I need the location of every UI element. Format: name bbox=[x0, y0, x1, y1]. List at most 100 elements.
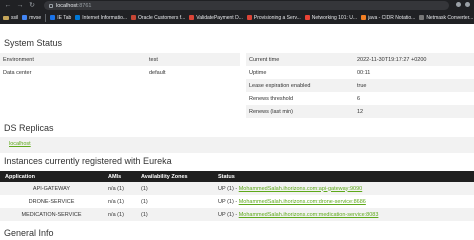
status-key: Data center bbox=[0, 66, 146, 79]
status-value: test bbox=[146, 53, 240, 66]
zones-cell: (1) bbox=[136, 195, 213, 208]
instances-table: Application AMIs Availability Zones Stat… bbox=[0, 171, 474, 221]
bookmark-label: ValidatePayment D... bbox=[196, 14, 243, 21]
profile-icon[interactable] bbox=[456, 2, 461, 7]
amis-cell: n/a (1) bbox=[103, 195, 136, 208]
status-key: Renews threshold bbox=[246, 92, 354, 105]
column-header: Status bbox=[213, 171, 474, 182]
status-key: Current time bbox=[246, 53, 354, 66]
bookmark-item[interactable]: ssil bbox=[3, 15, 18, 21]
application-cell: DRONE-SERVICE bbox=[0, 195, 103, 208]
favicon-icon bbox=[419, 15, 425, 20]
table-row: Renews (last min) 12 bbox=[246, 105, 474, 118]
status-key: Environment bbox=[0, 53, 146, 66]
general-info-title: General Info bbox=[4, 228, 54, 238]
bookmark-item[interactable]: mvse bbox=[22, 15, 41, 21]
bookmark-item[interactable]: java - CIDR Notatio... bbox=[361, 15, 415, 21]
bookmark-label: Netmask Converter... bbox=[426, 14, 474, 21]
system-status-right-table: Current time 2022-11-30T19:17:27 +0200 U… bbox=[246, 53, 474, 118]
status-value: 12 bbox=[354, 105, 474, 118]
status-prefix: UP (1) - bbox=[218, 185, 239, 192]
bookmark-item[interactable]: Oracle Customers f... bbox=[131, 15, 185, 21]
favicon-icon bbox=[22, 15, 28, 20]
table-row: DRONE-SERVICE n/a (1) (1) UP (1) - Moham… bbox=[0, 195, 474, 208]
reload-icon[interactable]: ↻ bbox=[28, 2, 36, 10]
instances-title: Instances currently registered with Eure… bbox=[4, 156, 172, 166]
status-cell: UP (1) - MohammedSalah.ihorizons.com:dro… bbox=[213, 195, 474, 208]
bookmark-label: Provisioning a Serv... bbox=[253, 14, 301, 21]
amis-cell: n/a (1) bbox=[103, 208, 136, 221]
browser-actions bbox=[456, 2, 470, 7]
instance-link[interactable]: MohammedSalah.ihorizons.com:medication-s… bbox=[239, 212, 379, 218]
back-icon[interactable]: ← bbox=[4, 2, 12, 10]
table-header-row: Application AMIs Availability Zones Stat… bbox=[0, 171, 474, 182]
instance-link[interactable]: MohammedSalah.ihorizons.com:api-gateway:… bbox=[239, 186, 363, 192]
system-status-left-table: Environment test Data center default bbox=[0, 53, 240, 79]
zones-cell: (1) bbox=[136, 208, 213, 221]
favicon-icon bbox=[50, 15, 56, 20]
address-bar[interactable]: localhost:8761 bbox=[44, 1, 449, 10]
status-value: 00:11 bbox=[354, 66, 474, 79]
status-value: 2022-11-30T19:17:27 +0200 bbox=[354, 53, 474, 66]
zones-cell: (1) bbox=[136, 182, 213, 195]
application-cell: MEDICATION-SERVICE bbox=[0, 208, 103, 221]
bookmark-item[interactable]: Internet Informatio... bbox=[75, 15, 127, 21]
table-row: Data center default bbox=[0, 66, 240, 79]
favicon-icon bbox=[75, 15, 81, 20]
ds-replicas-title: DS Replicas bbox=[4, 123, 54, 133]
status-prefix: UP (1) - bbox=[218, 211, 239, 218]
bookmark-item[interactable]: IE Tab bbox=[50, 15, 71, 21]
favicon-icon bbox=[131, 15, 137, 20]
bookmark-item[interactable]: Provisioning a Serv... bbox=[246, 14, 301, 21]
table-row: Uptime 00:11 bbox=[246, 66, 474, 79]
application-cell: API-GATEWAY bbox=[0, 182, 103, 195]
bookmark-label: Oracle Customers f... bbox=[138, 14, 186, 21]
status-prefix: UP (1) - bbox=[218, 198, 239, 205]
status-cell: UP (1) - MohammedSalah.ihorizons.com:api… bbox=[213, 182, 474, 195]
bookmark-label: IE Tab bbox=[57, 14, 72, 21]
table-row: API-GATEWAY n/a (1) (1) UP (1) - Mohamme… bbox=[0, 182, 474, 195]
menu-icon[interactable] bbox=[465, 2, 470, 7]
forward-icon[interactable]: → bbox=[16, 2, 24, 10]
status-key: Lease expiration enabled bbox=[246, 79, 354, 92]
column-header: Application bbox=[0, 171, 103, 182]
bookmark-item[interactable]: ValidatePayment D... bbox=[189, 15, 243, 21]
table-row: Current time 2022-11-30T19:17:27 +0200 bbox=[246, 53, 474, 66]
browser-chrome: ← → ↻ localhost:8761 ssil mvse IE Tab Inter… bbox=[0, 0, 474, 24]
status-cell: UP (1) - MohammedSalah.ihorizons.com:med… bbox=[213, 208, 474, 221]
amis-cell: n/a (1) bbox=[103, 182, 136, 195]
table-row: Lease expiration enabled true bbox=[246, 79, 474, 92]
url-host: localhost bbox=[56, 2, 78, 9]
status-key: Uptime bbox=[246, 66, 354, 79]
bookmark-separator bbox=[45, 13, 47, 22]
eureka-dashboard: System Status Environment test Data cent… bbox=[0, 24, 474, 240]
bookmark-label: java - CIDR Notatio... bbox=[368, 14, 416, 21]
bookmark-item[interactable]: Networking 101: U... bbox=[304, 14, 358, 21]
instance-link[interactable]: MohammedSalah.ihorizons.com:drone-servic… bbox=[239, 199, 366, 205]
replica-link[interactable]: localhost bbox=[9, 141, 31, 147]
folder-icon bbox=[3, 15, 9, 20]
favicon-icon bbox=[246, 15, 252, 20]
table-row: MEDICATION-SERVICE n/a (1) (1) UP (1) - … bbox=[0, 208, 474, 221]
status-value: 6 bbox=[354, 92, 474, 105]
bookmark-item[interactable]: Netmask Converter... bbox=[419, 15, 473, 21]
favicon-icon bbox=[304, 15, 310, 20]
replica-list: localhost bbox=[0, 137, 474, 153]
column-header: AMIs bbox=[103, 171, 136, 182]
status-value: true bbox=[354, 79, 474, 92]
column-header: Availability Zones bbox=[136, 171, 213, 182]
status-key: Renews (last min) bbox=[246, 105, 354, 118]
site-info-icon[interactable] bbox=[49, 3, 53, 8]
bookmark-label: Internet Informatio... bbox=[82, 14, 128, 21]
bookmarks-bar: ssil mvse IE Tab Internet Informatio... Orac… bbox=[0, 11, 474, 24]
url-port: :8761 bbox=[77, 2, 92, 9]
bookmark-label: mvse bbox=[29, 14, 42, 21]
bookmark-label: Networking 101: U... bbox=[311, 14, 358, 21]
bookmark-label: ssil bbox=[11, 14, 19, 21]
favicon-icon bbox=[189, 15, 195, 20]
table-row: Environment test bbox=[0, 53, 240, 66]
system-status-title: System Status bbox=[4, 38, 63, 48]
favicon-icon bbox=[361, 15, 367, 20]
table-row: Renews threshold 6 bbox=[246, 92, 474, 105]
status-value: default bbox=[146, 66, 240, 79]
